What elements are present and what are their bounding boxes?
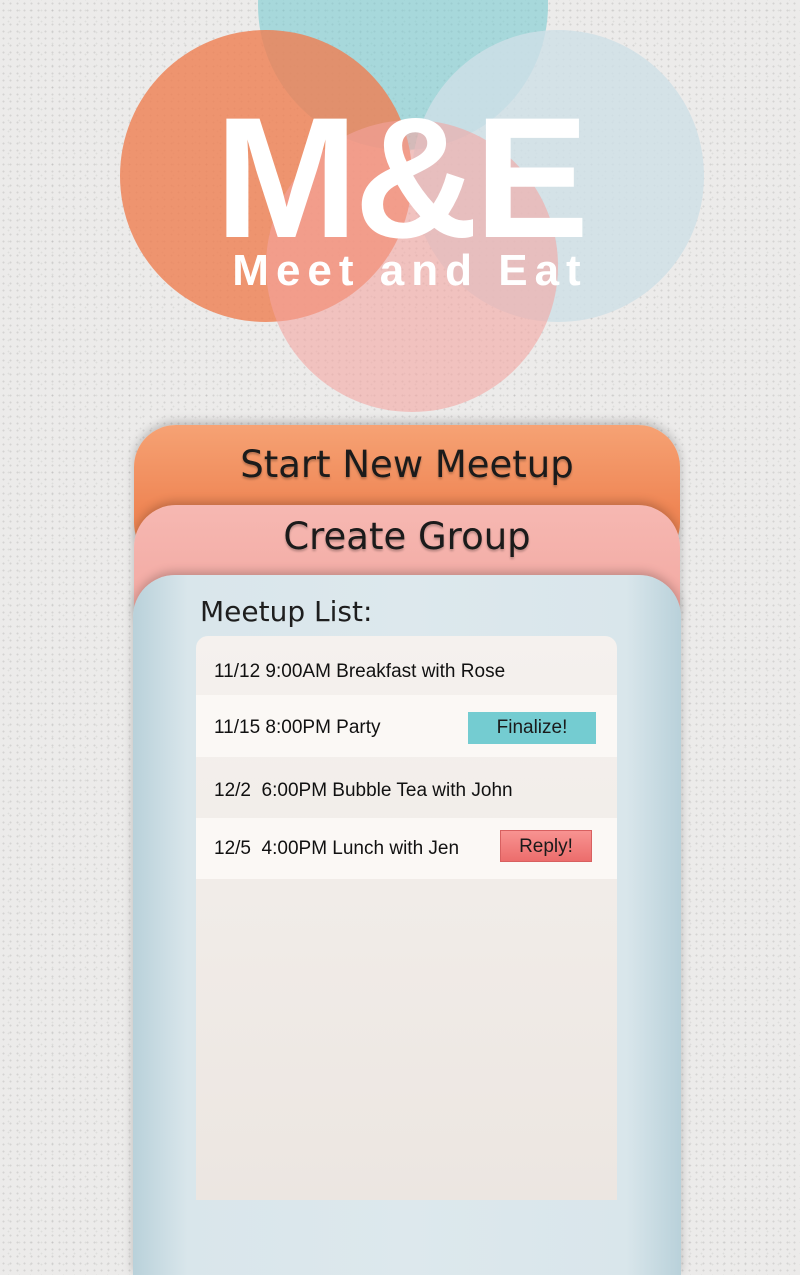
reply-button[interactable]: Reply! <box>500 830 592 862</box>
meetup-list-item[interactable]: 11/12 9:00AM Breakfast with Rose <box>196 636 617 695</box>
finalize-button[interactable]: Finalize! <box>468 712 596 744</box>
meetup-list-item[interactable]: 12/5 4:00PM Lunch with Jen Reply! <box>196 818 617 879</box>
meetup-item-text: 11/15 8:00PM Party <box>214 717 381 738</box>
start-new-meetup-label: Start New Meetup <box>240 443 574 486</box>
meetup-item-text: 11/12 9:00AM Breakfast with Rose <box>214 661 506 682</box>
meetup-item-text: 12/2 6:00PM Bubble Tea with John <box>214 780 513 801</box>
app-logo: M&E <box>214 82 589 274</box>
meetup-list-heading: Meetup List: <box>200 595 373 628</box>
meetup-list: 11/12 9:00AM Breakfast with Rose 11/15 8… <box>196 636 617 1200</box>
meetup-item-text: 12/5 4:00PM Lunch with Jen <box>214 838 460 859</box>
app-tagline: Meet and Eat <box>232 246 588 295</box>
create-group-label: Create Group <box>283 515 531 558</box>
meetup-list-item[interactable]: 12/2 6:00PM Bubble Tea with John <box>196 757 617 818</box>
meetup-list-item[interactable]: 11/15 8:00PM Party Finalize! <box>196 695 617 757</box>
